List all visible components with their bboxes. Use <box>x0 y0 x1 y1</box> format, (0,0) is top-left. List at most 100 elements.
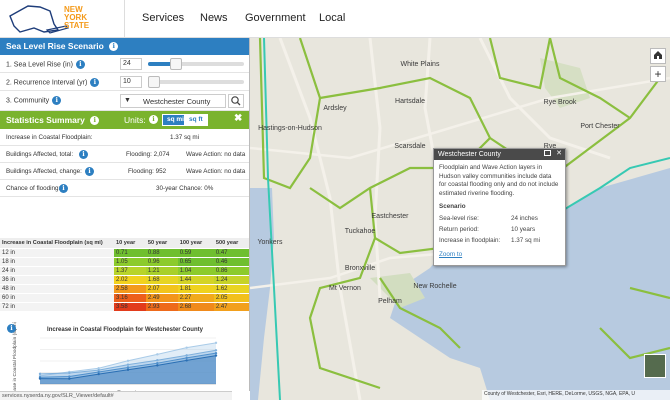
popup-header: Westchester County ✕ <box>434 149 565 160</box>
community-value: Westchester County <box>143 97 211 106</box>
chart-info-icon[interactable]: i <box>7 324 16 333</box>
scenario-info-icon[interactable]: i <box>109 42 119 52</box>
floodplain-table: Increase in Coastal Floodplain (sq mi) 1… <box>0 238 249 312</box>
sea-level-input[interactable]: 24 <box>120 58 142 70</box>
zoom-in-button[interactable]: + <box>650 66 666 82</box>
basemap-thumbnail[interactable] <box>644 354 666 378</box>
chart-point <box>185 356 188 360</box>
recurrence-input[interactable]: 10 <box>120 76 142 88</box>
header-divider <box>124 0 125 38</box>
stat-chance-value: 30-year Chance: 0% <box>156 185 214 192</box>
community-row: 3. Community i ▼ Westchester County <box>0 91 249 111</box>
table-cell: 2.49 <box>145 293 178 303</box>
chart-point <box>97 372 100 376</box>
table-row-label: 24 in <box>0 266 114 276</box>
chart-point <box>156 364 159 367</box>
status-url: services.nyserda.ny.gov/SLR_Viewer/defau… <box>0 391 232 400</box>
table-cell: 0.47 <box>213 248 249 258</box>
chart-title: Increase in Coastal Floodplain for Westc… <box>47 327 204 333</box>
recurrence-label: 2. Recurrence Interval (yr) <box>6 79 88 87</box>
sea-level-info-icon[interactable]: i <box>75 60 85 69</box>
table-header-row: Increase in Coastal Floodplain (sq mi) 1… <box>0 238 249 249</box>
table-row: 18 in 1.05 0.96 0.65 0.46 <box>0 257 249 267</box>
nav-government[interactable]: Government <box>245 12 306 24</box>
popup-scenario-heading: Scenario <box>439 203 466 210</box>
table-header-cell: 100 year <box>177 238 214 249</box>
map-popup: Westchester County ✕ Floodplain and Wave… <box>433 148 566 266</box>
popup-body: Floodplain and Wave Action layers in Hud… <box>434 160 565 263</box>
ny-state-logo[interactable]: NEW YORK STATE <box>6 2 118 36</box>
popup-row-label: Return period: <box>439 225 479 233</box>
chart-point <box>97 370 100 374</box>
nav-services[interactable]: Services <box>142 12 184 24</box>
site-header: NEW YORK STATE Services News Government … <box>0 0 670 38</box>
chart-point <box>68 371 71 375</box>
chart-point <box>214 354 218 357</box>
community-info-icon[interactable]: i <box>52 96 62 105</box>
chart-point <box>214 351 218 355</box>
sea-level-slider[interactable] <box>148 58 244 70</box>
popup-row-label: Sea-level rise: <box>439 214 479 222</box>
units-info-icon[interactable]: i <box>149 115 158 124</box>
road <box>478 38 611 160</box>
table-row-label: 72 in <box>0 302 114 312</box>
chart-point <box>185 346 188 349</box>
table-row: 48 in 2.58 2.07 1.81 1.62 <box>0 284 249 294</box>
table-cell: 0.65 <box>177 257 214 267</box>
home-button[interactable] <box>650 48 666 64</box>
table-cell: 1.81 <box>177 284 214 294</box>
statistics-info-icon[interactable]: i <box>90 116 100 126</box>
buildings-total-info-icon[interactable]: i <box>79 150 88 159</box>
table-cell: 2.93 <box>145 302 178 312</box>
home-icon <box>654 51 662 59</box>
chevron-down-icon: ▼ <box>124 97 131 104</box>
nav-local[interactable]: Local <box>319 12 345 24</box>
table-header-cell: 10 year <box>114 238 146 249</box>
table-cell: 0.71 <box>114 248 146 258</box>
table-row-label: 60 in <box>0 293 114 303</box>
table-cell: 3.58 <box>114 302 146 312</box>
table-cell: 2.58 <box>114 284 146 294</box>
chart-svg: Increase in Coastal Floodplain for Westc… <box>12 320 218 391</box>
buildings-change-info-icon[interactable]: i <box>85 167 94 176</box>
plus-icon: + <box>654 67 662 81</box>
table-cell: 1.44 <box>177 275 214 285</box>
chart-point <box>156 361 159 365</box>
recurrence-slider[interactable] <box>148 76 244 88</box>
maximize-icon[interactable] <box>544 150 551 156</box>
unit-sq-ft-button[interactable]: sq ft <box>184 114 208 126</box>
chart-point <box>126 366 130 369</box>
table-cell: 2.05 <box>213 293 249 303</box>
community-select[interactable]: ▼ Westchester County <box>120 94 226 108</box>
place-label: Ardsley <box>323 105 347 112</box>
search-button[interactable] <box>228 94 244 108</box>
scenario-title: Sea Level Rise Scenario <box>6 41 104 51</box>
table-cell: 2.07 <box>145 284 178 294</box>
stat-floodplain-row: Increase in Coastal Floodplain: 1.37 sq … <box>0 129 249 146</box>
nav-news[interactable]: News <box>200 12 228 24</box>
place-label: Bronxville <box>345 265 375 272</box>
place-label: Hastings-on-Hudson <box>258 125 322 132</box>
popup-row-value: 1.37 sq mi <box>511 236 541 244</box>
zoom-to-link[interactable]: Zoom to <box>439 251 560 260</box>
search-icon <box>231 96 241 106</box>
community-label: 3. Community <box>6 97 50 105</box>
place-label: Yonkers <box>257 239 283 246</box>
sea-level-label: 1. Sea Level Rise (in) <box>6 61 73 69</box>
place-label: Pelham <box>378 298 402 305</box>
table-header-cell: 500 year <box>213 238 249 249</box>
place-label: Port Chester <box>580 123 620 130</box>
table-cell: 0.46 <box>213 257 249 267</box>
recurrence-info-icon[interactable]: i <box>90 78 100 87</box>
road <box>368 38 382 299</box>
recurrence-slider-handle[interactable] <box>148 76 160 88</box>
chart-point <box>185 359 188 362</box>
chance-info-icon[interactable]: i <box>59 184 68 193</box>
table-cell: 1.68 <box>145 275 178 285</box>
close-popup-icon[interactable]: ✕ <box>556 149 562 157</box>
popup-row: Sea-level rise: 24 inches <box>439 215 560 226</box>
sea-level-slider-handle[interactable] <box>169 58 182 70</box>
popup-row-value: 10 years <box>511 225 536 233</box>
popup-row: Return period: 10 years <box>439 226 560 237</box>
close-icon[interactable]: ✖ <box>234 113 242 124</box>
